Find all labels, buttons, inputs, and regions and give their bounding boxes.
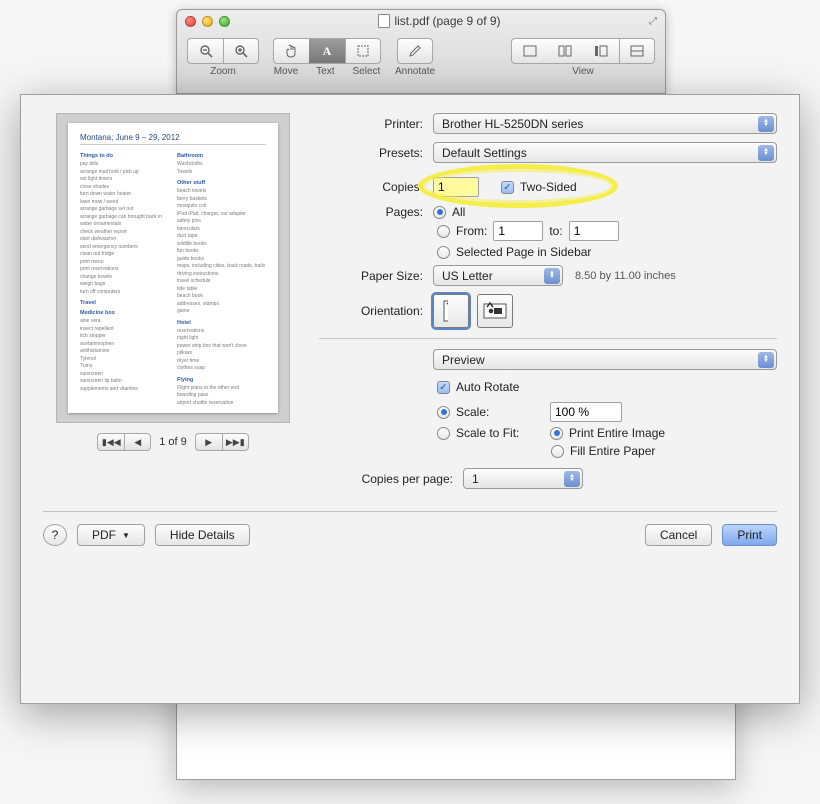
copies-input[interactable] (433, 177, 479, 197)
preview-page: Montana; June 9 – 29, 2012 Things to do … (68, 123, 278, 413)
two-sided-label: Two-Sided (520, 180, 577, 194)
pages-selected-radio[interactable] (437, 246, 450, 259)
select-tool-button[interactable] (345, 38, 381, 64)
zoom-in-button[interactable] (223, 38, 259, 64)
paper-size-select[interactable]: US Letter▲▼ (433, 265, 563, 286)
copies-per-page-label: Copies per page: (319, 472, 457, 486)
annotate-button[interactable] (397, 38, 433, 64)
scale-input[interactable] (550, 402, 622, 422)
paper-dimensions: 8.50 by 11.00 inches (575, 270, 676, 282)
scale-to-fit-radio[interactable] (437, 427, 450, 440)
pdf-menu-button[interactable]: PDF▼ (77, 524, 145, 546)
print-button[interactable]: Print (722, 524, 777, 546)
pages-from-input[interactable] (493, 221, 543, 241)
copies-per-page-select[interactable]: 1▲▼ (463, 468, 583, 489)
document-icon (378, 14, 390, 28)
view-mode-3[interactable] (583, 38, 619, 64)
pages-all-radio[interactable] (433, 206, 446, 219)
app-options-select[interactable]: Preview▲▼ (433, 349, 777, 370)
two-sided-checkbox[interactable]: ✓ (501, 181, 514, 194)
view-mode-2[interactable] (547, 38, 583, 64)
view-mode-1[interactable] (511, 38, 547, 64)
help-button[interactable]: ? (43, 524, 67, 546)
fit-print-entire-radio[interactable] (550, 427, 563, 440)
preview-prev-page[interactable]: ◀ (124, 433, 151, 451)
orientation-landscape[interactable] (477, 294, 513, 328)
preview-first-page[interactable]: ▮◀◀ (97, 433, 124, 451)
minimize-window-button[interactable] (202, 16, 213, 27)
fit-fill-paper-radio[interactable] (551, 445, 564, 458)
window-title: list.pdf (page 9 of 9) (230, 14, 649, 28)
pages-label: Pages: (319, 205, 427, 219)
paper-size-label: Paper Size: (319, 269, 427, 283)
print-dialog: Montana; June 9 – 29, 2012 Things to do … (20, 94, 800, 704)
pages-to-input[interactable] (569, 221, 619, 241)
zoom-out-button[interactable] (187, 38, 223, 64)
copies-label: Copies: (319, 180, 427, 194)
zoom-group-label: Zoom (210, 66, 236, 77)
orientation-portrait[interactable] (433, 294, 469, 328)
printer-label: Printer: (319, 117, 427, 131)
view-mode-4[interactable] (619, 38, 655, 64)
preview-last-page[interactable]: ▶▶▮ (222, 433, 249, 451)
close-window-button[interactable] (185, 16, 196, 27)
presets-label: Presets: (319, 146, 427, 160)
window-titlebar: list.pdf (page 9 of 9) ⤢ Zoom A Move Tex… (176, 9, 666, 94)
fullscreen-icon[interactable]: ⤢ (649, 16, 657, 27)
scale-radio[interactable] (437, 406, 450, 419)
presets-select[interactable]: Default Settings▲▼ (433, 142, 777, 163)
preview-next-page[interactable]: ▶ (195, 433, 222, 451)
printer-select[interactable]: Brother HL-5250DN series▲▼ (433, 113, 777, 134)
print-preview-pane: Montana; June 9 – 29, 2012 Things to do … (56, 113, 290, 423)
move-tool-button[interactable] (273, 38, 309, 64)
zoom-window-button[interactable] (219, 16, 230, 27)
auto-rotate-checkbox[interactable]: ✓ (437, 381, 450, 394)
cancel-button[interactable]: Cancel (645, 524, 712, 546)
hide-details-button[interactable]: Hide Details (155, 524, 250, 546)
pages-from-radio[interactable] (437, 225, 450, 238)
orientation-label: Orientation: (319, 304, 427, 318)
text-tool-button[interactable]: A (309, 38, 345, 64)
preview-page-counter: 1 of 9 (159, 436, 187, 448)
